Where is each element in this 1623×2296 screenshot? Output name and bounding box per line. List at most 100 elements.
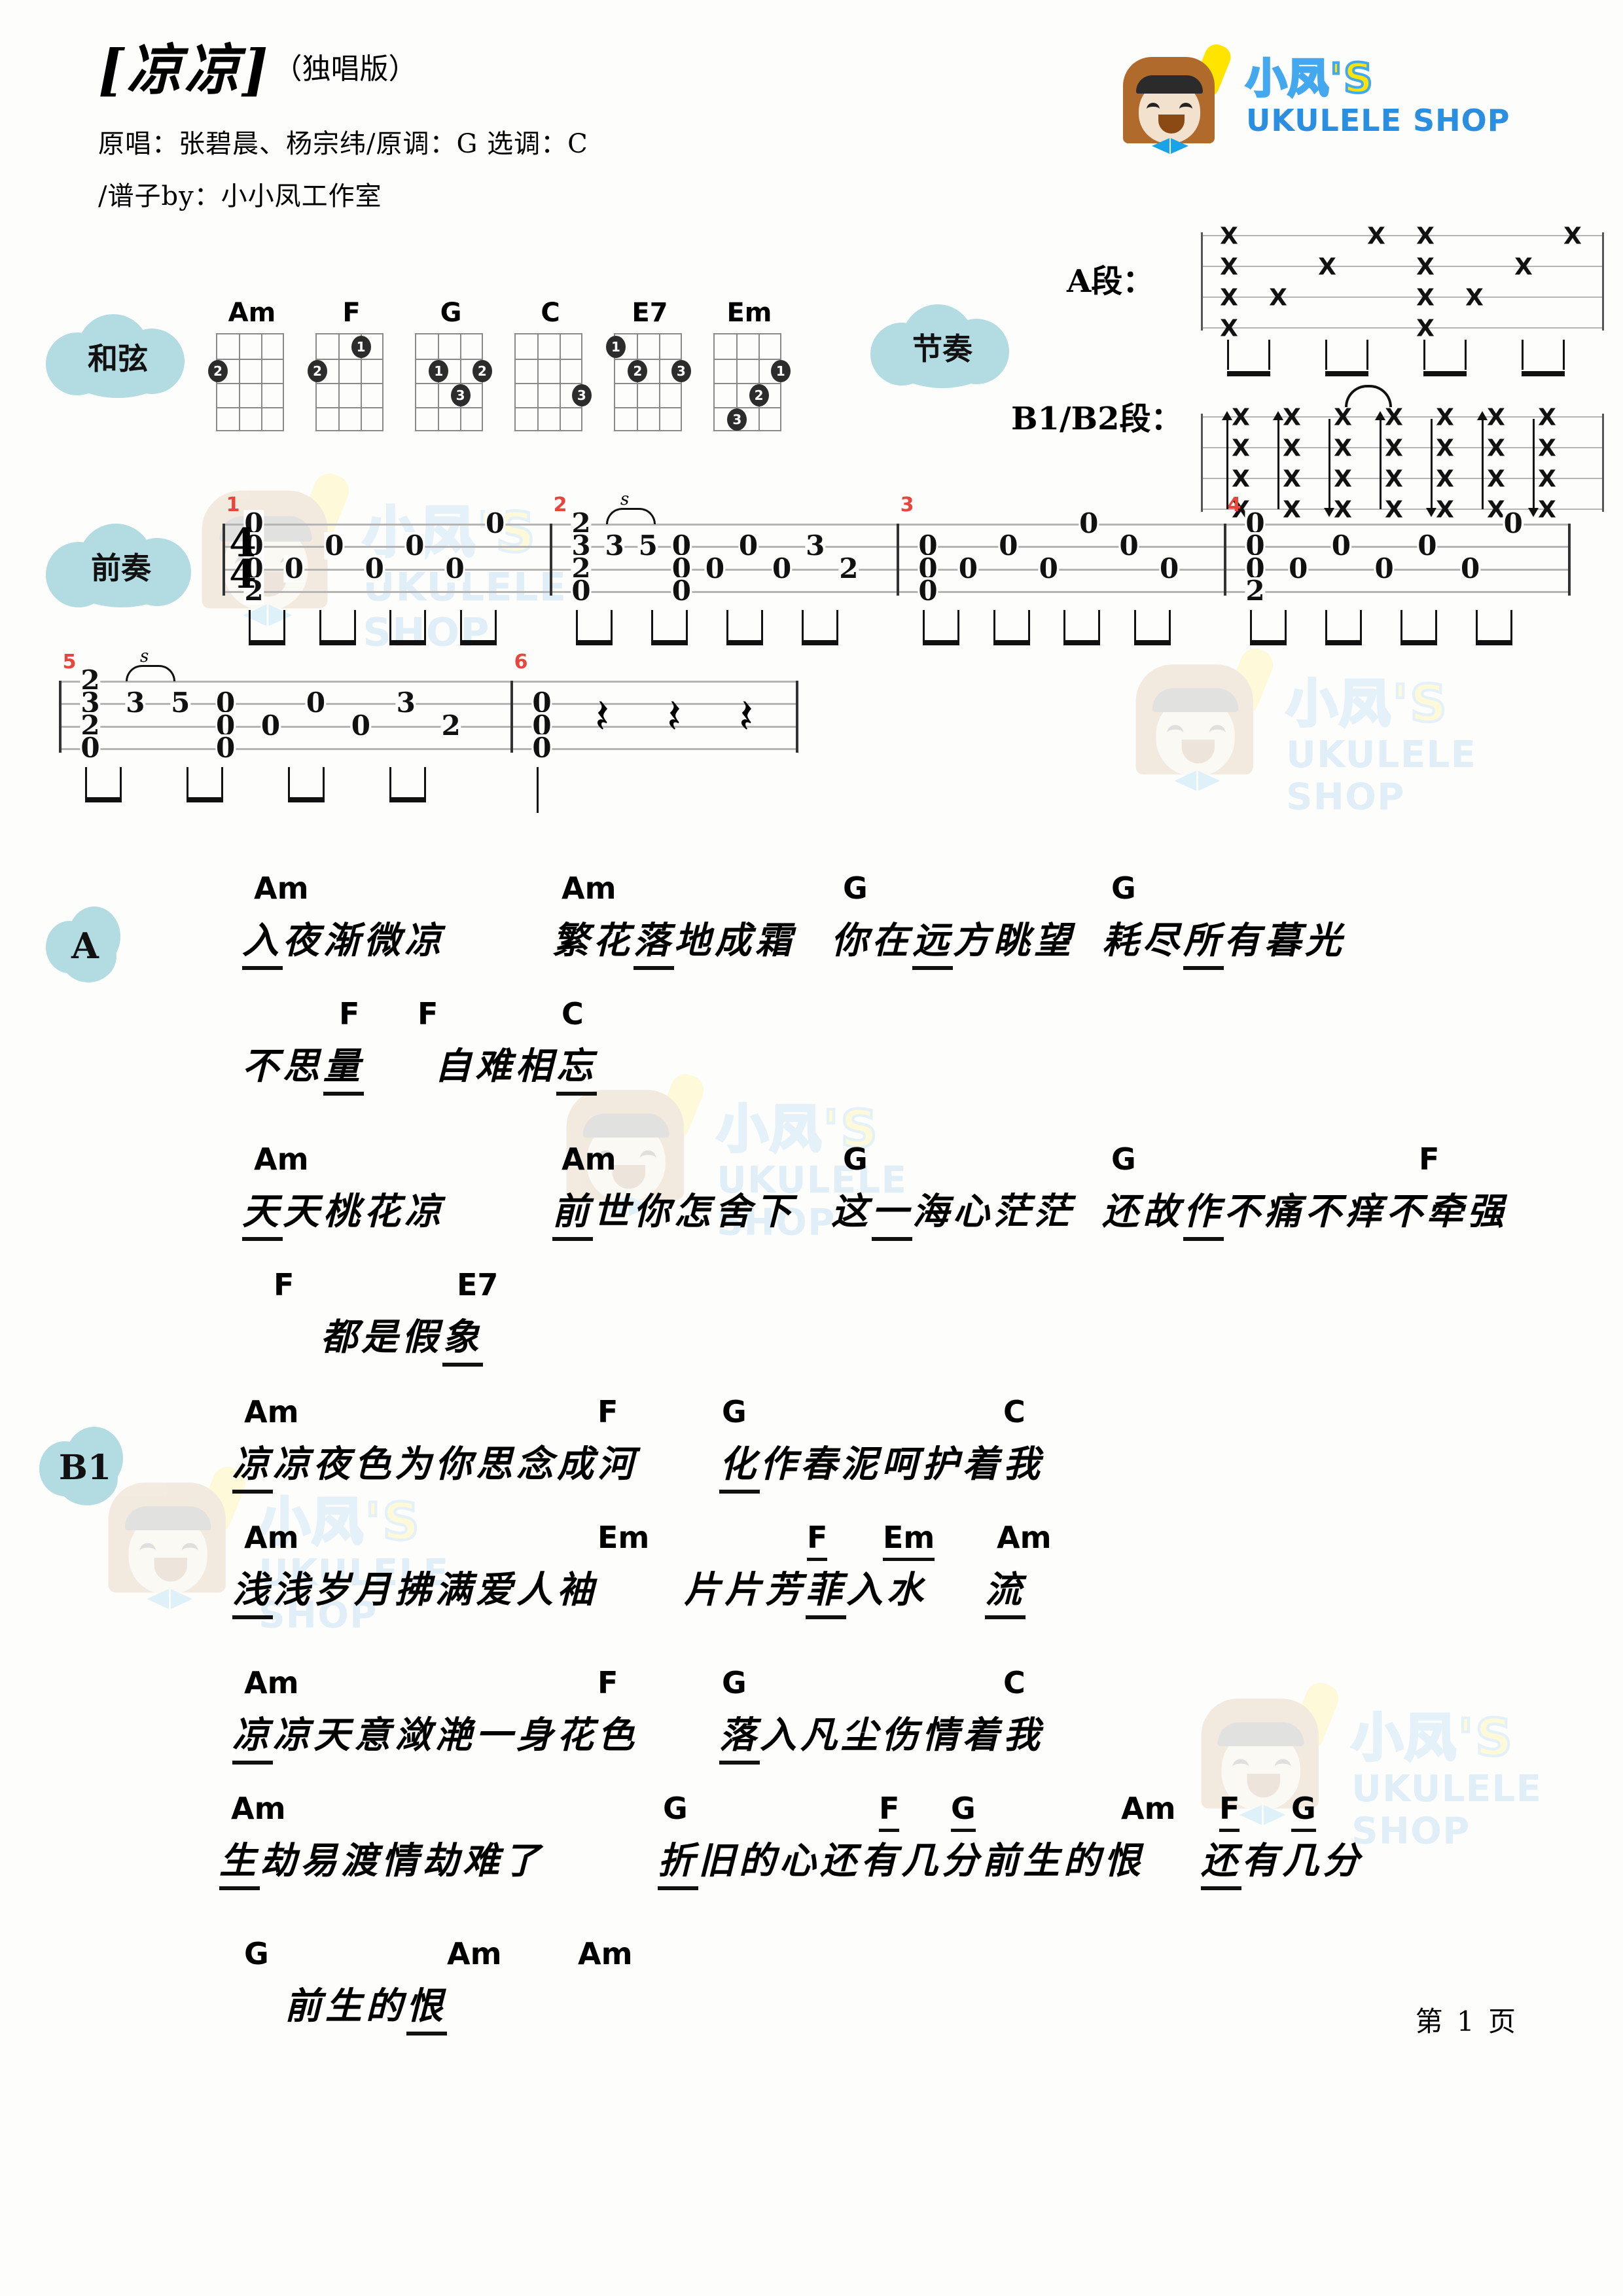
time-signature: 44 [228,524,258,594]
lyric-text: 不思量 [242,1037,364,1096]
barline [59,681,62,753]
rhythm-b-label: B1/B2段： [1011,401,1183,437]
chord-symbol: Am [447,1936,502,1971]
title-suffix: （独唱版） [273,52,418,86]
measure-number: 1 [226,493,240,516]
tab-note: 0 [998,529,1019,562]
tab-note: 0 [1038,552,1059,584]
lyric-text: 你在远方眺望 [831,911,1075,970]
tab-note: 0 [283,552,305,584]
strum-x-mark: X [1318,253,1336,281]
finger-dot: 3 [727,408,747,431]
tab-note: 0 [531,732,552,764]
strum-x-mark: X [1385,404,1403,431]
strum-arrow-up [1477,411,1488,509]
strum-x-mark: X [1436,435,1454,462]
lyric-text: 前世你怎舍下 [552,1182,796,1241]
strum-x-mark: X [1232,465,1250,493]
tab-note: 0 [80,732,101,764]
strum-x-mark: X [1283,496,1301,524]
tab-note: 0 [364,552,385,584]
tab-note: 3 [395,687,416,719]
lyric-text: 化作春泥呵护着我 [719,1435,1044,1494]
strum-x-mark: X [1220,315,1238,342]
strum-x-mark: X [1538,465,1556,493]
tab-note: 0 [1288,552,1309,584]
beam-group [459,610,497,645]
tab-beam-row [59,767,798,819]
tab-note: 5 [170,687,191,719]
logo-cn-text: 小凤'S [1245,54,1374,102]
section-a-text: A [71,925,99,967]
tab-note: 5 [637,529,658,562]
finger-dot: 3 [671,360,691,382]
strum-x-mark: X [1232,404,1250,431]
lyric-text: 还有几分 [1201,1831,1363,1890]
slide-marker: s [140,647,149,666]
beam-group [1400,610,1437,645]
strum-x-mark: X [1487,435,1505,462]
strum-x-mark: X [1385,496,1403,524]
strum-x-mark: X [1283,435,1301,462]
slide-marker: s [620,490,630,509]
tab-note: 0 [704,552,726,584]
measure-number: 3 [900,493,914,516]
strum-x-mark: X [1514,253,1533,281]
chord-symbol: G [244,1936,269,1971]
line-spacer [177,1247,1551,1267]
strum-x-mark: X [1334,435,1352,462]
tab-note: 0 [1503,507,1524,539]
chord-symbol: Am [244,1520,299,1555]
chord-line: Am G F G Am F G [167,1791,1541,1832]
lyric-line: 生劫易渡情劫难了 折旧的心还有几分前生的恨 还有几分 [167,1831,1541,1897]
barline [223,524,225,596]
measure-number: 6 [514,651,528,673]
chord-line: G Am Am [167,1936,1541,1977]
chord-symbol: F [879,1791,900,1832]
chord-symbol: E7 [457,1267,499,1302]
beam-group [389,610,426,645]
strum-arrow-down [1426,419,1436,517]
finger-dot: 1 [770,360,791,382]
chord-symbol: G [843,870,868,906]
measure-number: 5 [62,651,77,673]
strum-x-mark: X [1416,315,1435,342]
strum-x-mark: X [1416,284,1435,312]
chord-symbol: Am [562,1141,616,1177]
strum-x-mark: X [1436,404,1454,431]
chord-symbol: F [597,1394,618,1429]
beam-group [1133,610,1171,645]
rhythm-a-label: A段： [1067,263,1154,300]
lyric-text: 都是假象 [321,1308,483,1367]
rhythm-label-text: 节奏 [912,331,972,367]
beam-group [249,610,285,645]
strum-x-mark: X [1334,465,1352,493]
tab-note: 0 [324,529,345,562]
section-a-badge: A [46,906,124,985]
tab-note: 0 [444,552,465,584]
lyric-line: 凉凉天意潋滟一身花色 落入凡尘伤情着我 [167,1706,1541,1771]
page-number: 第 1 页 [1415,2005,1518,2037]
chord-symbol: Am [254,1141,309,1177]
chord-diagram-row: Am 2 F 2 1 G 1 2 3 C 3 E7 1 2 3 Em 1 2 3 [208,298,791,431]
chord-symbol: G [1111,870,1136,906]
beam-group [1325,610,1362,645]
chord-symbol: Am [254,870,309,906]
tab-note: 0 [1417,529,1438,562]
tab-note: 0 [1158,552,1180,584]
beam-group [1476,610,1512,645]
tab-note: 3 [604,529,625,562]
tab-note: 2 [1245,575,1266,607]
beam-group [993,610,1030,645]
chord-symbol: Am [244,1394,299,1429]
lyric-text: 前生的恨 [285,1977,447,2036]
sheet-music-page: 小凤'S UKULELE SHOP 小凤'S UKULELE SHOP 小凤'S… [0,0,1623,2296]
chord-symbol: Am [1121,1791,1176,1826]
strum-x-mark: X [1416,223,1435,250]
lyric-text: 折旧的心还有几分前生的恨 [658,1831,1145,1890]
lyric-text: 流 [985,1560,1026,1619]
tab-note: 0 [1079,507,1099,539]
quarter-rest: 𝄽 [594,689,610,744]
fretboard-grid: 12 3 [606,333,691,431]
strum-x-mark: X [1269,284,1287,312]
